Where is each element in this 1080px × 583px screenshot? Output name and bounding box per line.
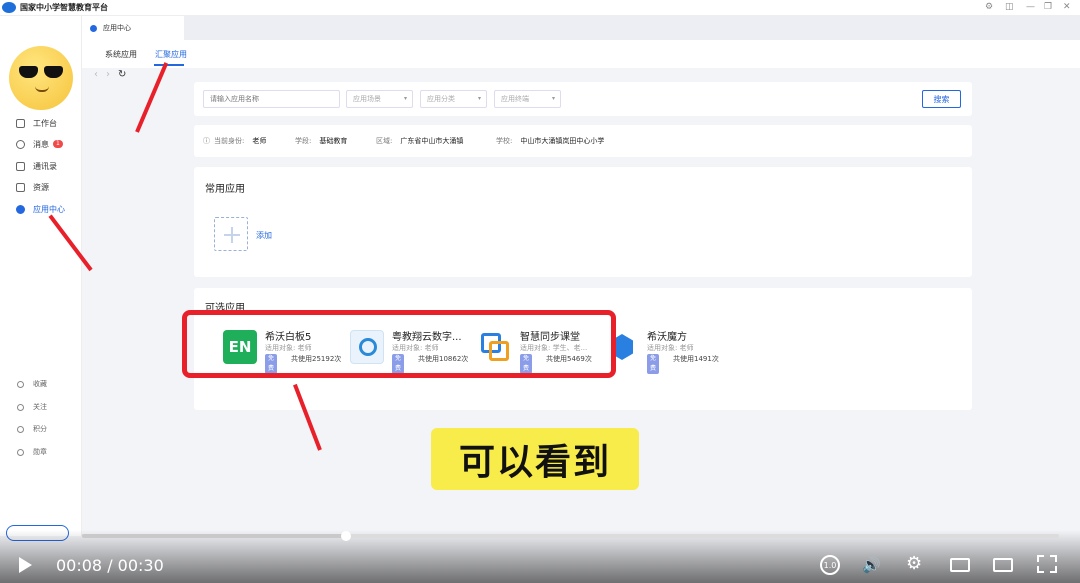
app-center-icon bbox=[90, 24, 97, 32]
sidebar-item-favorites[interactable]: 收藏 bbox=[0, 377, 82, 391]
close-icon[interactable]: ✕ bbox=[1063, 2, 1071, 12]
tab-bar bbox=[82, 16, 1080, 40]
app-title: 国家中小学智慧教育平台 bbox=[20, 3, 108, 12]
app-name: 希沃魔方 bbox=[647, 332, 687, 343]
person-icon bbox=[17, 403, 24, 411]
scene-select[interactable]: 应用场景 ▾ bbox=[346, 90, 413, 108]
common-apps-title: 常用应用 bbox=[205, 184, 245, 195]
sidebar-item-contacts[interactable]: 通讯录 bbox=[0, 157, 82, 175]
terminal-select[interactable]: 应用终端 ▾ bbox=[494, 90, 561, 108]
add-app-button[interactable] bbox=[214, 217, 248, 251]
subtab-aggregated-apps[interactable]: 汇聚应用 bbox=[155, 49, 187, 60]
workbench-icon bbox=[16, 118, 25, 128]
select-label: 应用场景 bbox=[353, 95, 381, 103]
playback-speed-button[interactable]: 1.0 bbox=[820, 555, 840, 575]
stage-info: 学段: 基础教育 bbox=[295, 137, 348, 145]
progress-fill bbox=[82, 534, 346, 538]
refresh-icon[interactable]: ↻ bbox=[118, 69, 134, 80]
chevron-down-icon: ▾ bbox=[403, 95, 407, 102]
subtitles-icon[interactable] bbox=[993, 558, 1013, 572]
video-progress-bar[interactable] bbox=[82, 531, 1059, 541]
app-center-icon bbox=[16, 204, 25, 214]
sidebar-item-label: 积分 bbox=[33, 425, 47, 433]
contacts-icon bbox=[16, 161, 25, 171]
forward-icon[interactable]: › bbox=[106, 69, 118, 80]
video-time: 00:08 / 00:30 bbox=[56, 556, 164, 575]
message-count-badge: 1 bbox=[53, 140, 63, 148]
add-app-label[interactable]: 添加 bbox=[256, 230, 272, 241]
free-badge: 免费 bbox=[647, 354, 660, 374]
sidebar-item-label: 通讯录 bbox=[33, 161, 57, 171]
gear-icon[interactable]: ⚙ bbox=[906, 553, 922, 574]
sidebar-item-label: 关注 bbox=[33, 403, 47, 411]
sidebar-item-workbench[interactable]: 工作台 bbox=[0, 114, 82, 132]
tab-label: 应用中心 bbox=[103, 24, 131, 32]
sidebar-item-label: 工作台 bbox=[33, 118, 57, 128]
sidebar-item-follow[interactable]: 关注 bbox=[0, 400, 82, 414]
video-caption: 可以看到 bbox=[431, 428, 639, 490]
resources-icon bbox=[16, 182, 25, 192]
sidebar-item-label: 勋章 bbox=[33, 448, 47, 456]
play-icon[interactable] bbox=[19, 557, 32, 573]
subtab-system-apps[interactable]: 系统应用 bbox=[105, 49, 137, 60]
select-label: 应用分类 bbox=[427, 95, 455, 103]
sidebar-item-medals[interactable]: 勋章 bbox=[0, 445, 82, 459]
identity-info: 当前身份: 老师 bbox=[214, 137, 267, 145]
history-nav: ‹›↻ bbox=[94, 69, 134, 80]
points-icon bbox=[17, 425, 24, 433]
category-select[interactable]: 应用分类 ▾ bbox=[420, 90, 487, 108]
picture-in-picture-icon[interactable] bbox=[950, 558, 970, 572]
region-info: 区域: 广东省中山市大涌镇 bbox=[376, 137, 464, 145]
title-bar: 国家中小学智慧教育平台 ⚙ ◫ — ❐ ✕ bbox=[0, 0, 1080, 16]
progress-handle[interactable] bbox=[340, 531, 351, 541]
app-usage-count: 共使用1491次 bbox=[673, 355, 719, 363]
info-icon: ⓘ bbox=[203, 137, 210, 145]
app-name-search-input[interactable] bbox=[203, 90, 340, 108]
chevron-down-icon: ▾ bbox=[551, 95, 555, 102]
sidebar-item-label: 收藏 bbox=[33, 380, 47, 388]
sidebar-item-label: 资源 bbox=[33, 182, 49, 192]
medal-icon bbox=[17, 448, 24, 456]
avatar[interactable] bbox=[9, 46, 73, 110]
volume-icon[interactable]: 🔊 bbox=[862, 556, 881, 574]
sidebar-item-points[interactable]: 积分 bbox=[0, 422, 82, 436]
sidebar-item-label: 消息 bbox=[33, 139, 49, 149]
sidebar-item-label: 应用中心 bbox=[33, 204, 65, 214]
sidebar-item-app-center[interactable]: 应用中心 bbox=[0, 200, 82, 218]
message-icon bbox=[16, 139, 25, 149]
active-subtab-indicator bbox=[154, 64, 184, 66]
tab-app-center[interactable]: 应用中心 bbox=[82, 16, 184, 40]
minimize-icon[interactable]: — bbox=[1026, 2, 1035, 12]
select-label: 应用终端 bbox=[501, 95, 529, 103]
fullscreen-icon[interactable] bbox=[1037, 555, 1057, 573]
sidebar-item-messages[interactable]: 消息 1 bbox=[0, 135, 82, 153]
subtab-bar bbox=[82, 40, 1080, 68]
school-info: 学校: 中山市大涌镇岚田中心小学 bbox=[496, 137, 605, 145]
heart-icon bbox=[17, 380, 24, 388]
back-icon[interactable]: ‹ bbox=[94, 69, 106, 80]
search-button[interactable]: 搜索 bbox=[922, 90, 961, 108]
highlight-box bbox=[182, 310, 616, 378]
app-target: 适用对象: 老师 bbox=[647, 344, 694, 352]
theme-icon[interactable]: ◫ bbox=[1005, 2, 1014, 12]
screen: 国家中小学智慧教育平台 ⚙ ◫ — ❐ ✕ 工作台 消息 1 通讯录 资源 应用中… bbox=[0, 0, 1080, 583]
sidebar-item-resources[interactable]: 资源 bbox=[0, 178, 82, 196]
common-apps-card bbox=[194, 167, 972, 277]
chevron-down-icon: ▾ bbox=[477, 95, 481, 102]
restore-icon[interactable]: ❐ bbox=[1044, 2, 1052, 12]
settings-icon[interactable]: ⚙ bbox=[985, 2, 993, 12]
platform-logo-icon bbox=[2, 2, 16, 13]
